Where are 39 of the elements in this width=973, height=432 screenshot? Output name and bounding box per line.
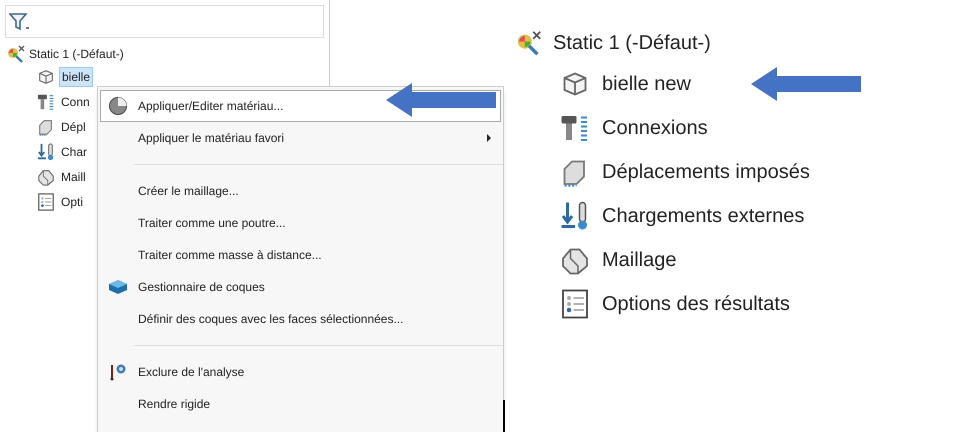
fixed-block-icon bbox=[37, 118, 55, 136]
list-icon bbox=[560, 289, 590, 319]
menu-item[interactable]: Rendre rigide bbox=[100, 388, 501, 420]
bolt-spring-icon bbox=[37, 92, 55, 110]
cube-icon bbox=[37, 68, 55, 86]
filter-icon[interactable] bbox=[9, 12, 29, 30]
study-icon bbox=[6, 44, 26, 64]
sphere-icon bbox=[108, 96, 128, 116]
tree-item[interactable]: Maillage bbox=[600, 245, 678, 275]
shell-icon bbox=[108, 279, 128, 295]
tree-item[interactable]: Opti bbox=[59, 192, 86, 210]
block-icon bbox=[37, 168, 55, 186]
tree-item[interactable]: Char bbox=[59, 142, 90, 160]
bolt-spring-icon bbox=[560, 113, 590, 143]
menu-item[interactable]: Gestionnaire de coques bbox=[100, 271, 501, 303]
submenu-caret-icon bbox=[486, 134, 492, 142]
study-icon bbox=[515, 29, 543, 57]
tree-item[interactable]: Static 1 (-Défaut-) bbox=[553, 28, 711, 58]
menu-item[interactable]: Traiter comme masse à distance... bbox=[100, 239, 501, 271]
filter-field[interactable] bbox=[5, 5, 324, 38]
tree-item[interactable]: bielle new bbox=[600, 69, 693, 99]
tree-item[interactable]: bielle bbox=[59, 66, 94, 86]
exclude-icon bbox=[108, 363, 128, 381]
menu-item[interactable]: Appliquer le matériau favori bbox=[100, 122, 501, 154]
tree-item[interactable]: Chargements externes bbox=[600, 201, 806, 231]
tree-item[interactable]: Static 1 (-Défaut-) bbox=[29, 45, 124, 63]
menu-item[interactable]: Exclure de l'analyse bbox=[100, 356, 501, 388]
menu-item[interactable]: Définir des coques avec les faces sélectionnées... bbox=[100, 303, 501, 335]
menu-item[interactable]: Créer le maillage... bbox=[100, 175, 501, 207]
tree-item[interactable]: Conn bbox=[59, 92, 92, 110]
arrow-thermometer-icon bbox=[560, 201, 590, 231]
arrow-thermometer-icon bbox=[37, 142, 55, 160]
menu-item[interactable]: Traiter comme une poutre... bbox=[100, 207, 501, 239]
tree-item[interactable]: Connexions bbox=[600, 113, 710, 143]
tree-item[interactable]: Déplacements imposés bbox=[600, 157, 812, 187]
tree-item[interactable]: Maill bbox=[59, 168, 88, 186]
tree-item[interactable]: Dépl bbox=[59, 118, 88, 136]
list-icon bbox=[37, 192, 55, 210]
tree-item[interactable]: Options des résultats bbox=[600, 289, 792, 319]
